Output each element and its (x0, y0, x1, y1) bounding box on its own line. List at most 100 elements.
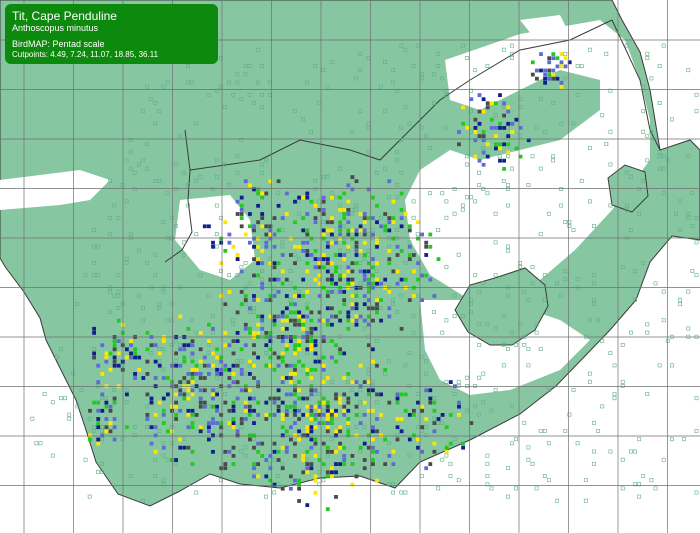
reporting-rate-cell (325, 408, 330, 413)
reporting-rate-cell (424, 273, 429, 278)
reporting-rate-cell (330, 355, 334, 360)
reporting-rate-cell (182, 347, 187, 352)
reporting-rate-cell (293, 433, 297, 438)
reporting-rate-cell (371, 318, 375, 323)
reporting-rate-cell (407, 298, 412, 302)
reporting-rate-cell (313, 249, 318, 253)
reporting-rate-cell (305, 290, 310, 294)
reporting-rate-cell (223, 449, 228, 454)
reporting-rate-cell (174, 392, 178, 397)
reporting-rate-cell (153, 343, 158, 348)
reporting-rate-cell (330, 195, 334, 200)
reporting-rate-cell (502, 126, 506, 130)
reporting-rate-cell (362, 240, 367, 245)
reporting-rate-cell (248, 183, 252, 188)
reporting-rate-cell (305, 470, 310, 475)
reporting-rate-cell (239, 388, 244, 393)
reporting-rate-cell (174, 417, 178, 421)
reporting-rate-cell (293, 388, 297, 393)
reporting-rate-cell (231, 351, 236, 356)
reporting-rate-cell (108, 429, 113, 434)
reporting-rate-cell (366, 281, 371, 286)
species-common-name: Tit, Cape Penduline (12, 9, 117, 23)
reporting-rate-cell (235, 363, 240, 368)
reporting-rate-cell (559, 64, 564, 69)
reporting-rate-cell (178, 314, 183, 319)
reporting-rate-cell (342, 257, 347, 261)
reporting-rate-cell (289, 474, 293, 479)
reporting-rate-cell (194, 367, 199, 372)
reporting-rate-cell (227, 376, 232, 380)
reporting-rate-cell (366, 433, 371, 438)
reporting-rate-cell (399, 277, 404, 282)
reporting-rate-cell (190, 392, 195, 397)
reporting-rate-cell (293, 322, 297, 327)
reporting-rate-cell (284, 445, 289, 450)
reporting-rate-cell (227, 367, 232, 372)
reporting-rate-cell (301, 228, 306, 233)
reporting-rate-cell (223, 400, 228, 405)
reporting-rate-cell (149, 425, 154, 430)
reporting-rate-cell (362, 220, 367, 225)
reporting-rate-cell (395, 269, 400, 274)
reporting-rate-cell (346, 326, 351, 331)
reporting-rate-cell (178, 408, 183, 413)
reporting-rate-cell (387, 220, 392, 225)
reporting-rate-cell (235, 310, 240, 315)
reporting-rate-cell (293, 199, 297, 204)
reporting-rate-cell (276, 203, 281, 208)
reporting-rate-cell (297, 429, 301, 434)
reporting-rate-cell (227, 232, 232, 237)
reporting-rate-cell (96, 363, 101, 368)
reporting-rate-cell (272, 413, 277, 417)
reporting-rate-cell (284, 314, 289, 319)
reporting-rate-cell (293, 294, 297, 298)
reporting-rate-cell (202, 355, 207, 360)
reporting-rate-cell (96, 425, 101, 430)
reporting-rate-cell (379, 318, 383, 323)
reporting-rate-cell (194, 413, 199, 417)
reporting-rate-cell (112, 437, 117, 442)
reporting-rate-cell (284, 343, 289, 348)
reporting-rate-cell (157, 400, 162, 405)
reporting-rate-cell (293, 372, 297, 376)
reporting-rate-cell (305, 404, 310, 409)
reporting-rate-cell (358, 228, 363, 233)
reporting-rate-cell (145, 413, 150, 417)
reporting-rate-cell (309, 310, 314, 315)
reporting-rate-cell (350, 261, 355, 266)
reporting-rate-cell (321, 253, 326, 257)
reporting-rate-cell (362, 273, 367, 278)
reporting-rate-cell (358, 314, 363, 319)
reporting-rate-cell (252, 224, 256, 229)
reporting-rate-cell (407, 413, 412, 417)
reporting-rate-cell (338, 462, 342, 466)
reporting-rate-cell (346, 220, 351, 225)
reporting-rate-cell (412, 269, 416, 274)
reporting-rate-cell (428, 388, 433, 393)
reporting-rate-cell (362, 228, 367, 233)
reporting-rate-cell (243, 400, 248, 405)
reporting-rate-cell (186, 425, 191, 430)
reporting-rate-cell (215, 421, 219, 425)
reporting-rate-cell (375, 240, 379, 245)
reporting-rate-cell (305, 425, 310, 430)
reporting-rate-cell (387, 290, 392, 294)
reporting-rate-cell (297, 417, 301, 421)
reporting-rate-cell (264, 343, 269, 348)
reporting-rate-cell (219, 433, 224, 438)
reporting-rate-cell (325, 474, 330, 479)
reporting-rate-cell (293, 351, 297, 356)
reporting-rate-cell (366, 445, 371, 450)
reporting-rate-cell (256, 441, 260, 446)
reporting-rate-cell (293, 441, 297, 446)
reporting-rate-cell (276, 388, 281, 393)
reporting-rate-cell (338, 429, 342, 434)
reporting-rate-cell (395, 396, 400, 401)
reporting-rate-cell (325, 400, 330, 405)
reporting-rate-cell (321, 318, 326, 323)
reporting-rate-cell (297, 380, 301, 384)
reporting-rate-cell (379, 224, 383, 229)
reporting-rate-cell (559, 60, 564, 65)
reporting-rate-cell (346, 433, 351, 438)
